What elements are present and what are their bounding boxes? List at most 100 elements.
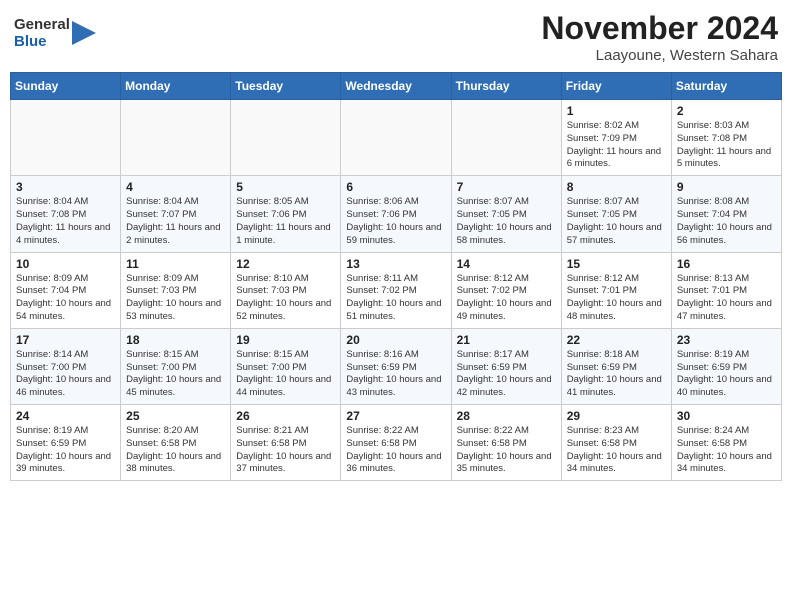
title-block: November 2024 Laayoune, Western Sahara (541, 10, 778, 64)
day-info: Sunrise: 8:15 AMSunset: 7:00 PMDaylight:… (236, 349, 335, 400)
day-info: Sunrise: 8:09 AMSunset: 7:03 PMDaylight:… (126, 273, 225, 324)
calendar-week-row: 1 Sunrise: 8:02 AMSunset: 7:09 PMDaylight… (11, 100, 782, 176)
day-number: 28 (457, 409, 556, 423)
day-info: Sunrise: 8:08 AMSunset: 7:04 PMDaylight:… (677, 196, 776, 247)
calendar-cell: 4Sunrise: 8:04 AMSunset: 7:07 PMDaylight… (121, 176, 231, 252)
day-info: Sunrise: 8:11 AMSunset: 7:02 PMDaylight:… (346, 273, 445, 324)
day-info: Sunrise: 8:06 AMSunset: 7:06 PMDaylight:… (346, 196, 445, 247)
calendar-cell (11, 100, 121, 176)
calendar-cell: 17Sunrise: 8:14 AMSunset: 7:00 PMDayligh… (11, 328, 121, 404)
day-number: 26 (236, 409, 335, 423)
day-info: Sunrise: 8:05 AMSunset: 7:06 PMDaylight:… (236, 196, 335, 247)
column-header-sunday: Sunday (11, 73, 121, 100)
calendar-cell: 28 Sunrise: 8:22 AMSunset: 6:58 PMDayligh… (451, 405, 561, 481)
day-number: 21 (457, 333, 556, 347)
day-number: 9 (677, 180, 776, 194)
day-info: Sunrise: 8:23 AMSunset: 6:58 PMDaylight:… (567, 425, 666, 476)
day-number: 12 (236, 257, 335, 271)
logo-text: General Blue (14, 16, 70, 51)
day-info: Sunrise: 8:10 AMSunset: 7:03 PMDaylight:… (236, 273, 335, 324)
day-info: Sunrise: 8:12 AMSunset: 7:02 PMDaylight:… (457, 273, 556, 324)
calendar-week-row: 10 Sunrise: 8:09 AMSunset: 7:04 PMDayligh… (11, 252, 782, 328)
calendar-cell: 15Sunrise: 8:12 AMSunset: 7:01 PMDayligh… (561, 252, 671, 328)
day-info: Sunrise: 8:13 AMSunset: 7:01 PMDaylight:… (677, 273, 776, 324)
calendar-cell: 16Sunrise: 8:13 AMSunset: 7:01 PMDayligh… (671, 252, 781, 328)
day-number: 15 (567, 257, 666, 271)
calendar-cell: 18 Sunrise: 8:15 AMSunset: 7:00 PMDayligh… (121, 328, 231, 404)
calendar-cell: 10 Sunrise: 8:09 AMSunset: 7:04 PMDayligh… (11, 252, 121, 328)
day-number: 27 (346, 409, 445, 423)
calendar-week-row: 3 Sunrise: 8:04 AMSunset: 7:08 PMDaylight… (11, 176, 782, 252)
day-number: 6 (346, 180, 445, 194)
day-info: Sunrise: 8:19 AMSunset: 6:59 PMDaylight:… (16, 425, 115, 476)
column-header-friday: Friday (561, 73, 671, 100)
day-info: Sunrise: 8:07 AMSunset: 7:05 PMDaylight:… (457, 196, 556, 247)
calendar-cell: 22 Sunrise: 8:18 AMSunset: 6:59 PMDayligh… (561, 328, 671, 404)
day-number: 10 (16, 257, 115, 271)
calendar-cell: 3 Sunrise: 8:04 AMSunset: 7:08 PMDaylight… (11, 176, 121, 252)
calendar-title: November 2024 (541, 10, 778, 47)
day-info: Sunrise: 8:07 AMSunset: 7:05 PMDaylight:… (567, 196, 666, 247)
calendar-cell: 13 Sunrise: 8:11 AMSunset: 7:02 PMDayligh… (341, 252, 451, 328)
calendar-table: SundayMondayTuesdayWednesdayThursdayFrid… (10, 72, 782, 481)
calendar-cell: 25 Sunrise: 8:20 AMSunset: 6:58 PMDayligh… (121, 405, 231, 481)
calendar-cell: 2Sunrise: 8:03 AMSunset: 7:08 PMDaylight… (671, 100, 781, 176)
logo-blue: Blue (14, 33, 70, 50)
logo-general: General (14, 16, 70, 33)
calendar-cell: 9 Sunrise: 8:08 AMSunset: 7:04 PMDaylight… (671, 176, 781, 252)
day-number: 29 (567, 409, 666, 423)
calendar-cell (341, 100, 451, 176)
day-number: 7 (457, 180, 556, 194)
day-info: Sunrise: 8:24 AMSunset: 6:58 PMDaylight:… (677, 425, 776, 476)
day-number: 19 (236, 333, 335, 347)
day-info: Sunrise: 8:17 AMSunset: 6:59 PMDaylight:… (457, 349, 556, 400)
day-info: Sunrise: 8:09 AMSunset: 7:04 PMDaylight:… (16, 273, 115, 324)
column-header-tuesday: Tuesday (231, 73, 341, 100)
day-number: 13 (346, 257, 445, 271)
calendar-cell: 23Sunrise: 8:19 AMSunset: 6:59 PMDayligh… (671, 328, 781, 404)
column-header-thursday: Thursday (451, 73, 561, 100)
day-number: 1 (567, 104, 666, 118)
calendar-cell: 30 Sunrise: 8:24 AMSunset: 6:58 PMDayligh… (671, 405, 781, 481)
calendar-cell: 29 Sunrise: 8:23 AMSunset: 6:58 PMDayligh… (561, 405, 671, 481)
day-info: Sunrise: 8:22 AMSunset: 6:58 PMDaylight:… (346, 425, 445, 476)
day-number: 3 (16, 180, 115, 194)
calendar-cell: 6 Sunrise: 8:06 AMSunset: 7:06 PMDaylight… (341, 176, 451, 252)
day-number: 11 (126, 257, 225, 271)
day-number: 17 (16, 333, 115, 347)
day-info: Sunrise: 8:04 AMSunset: 7:08 PMDaylight:… (16, 196, 115, 247)
day-info: Sunrise: 8:18 AMSunset: 6:59 PMDaylight:… (567, 349, 666, 400)
day-info: Sunrise: 8:15 AMSunset: 7:00 PMDaylight:… (126, 349, 225, 400)
calendar-cell (121, 100, 231, 176)
calendar-cell: 19 Sunrise: 8:15 AMSunset: 7:00 PMDayligh… (231, 328, 341, 404)
day-number: 18 (126, 333, 225, 347)
calendar-cell: 8 Sunrise: 8:07 AMSunset: 7:05 PMDaylight… (561, 176, 671, 252)
day-info: Sunrise: 8:21 AMSunset: 6:58 PMDaylight:… (236, 425, 335, 476)
calendar-header-row: SundayMondayTuesdayWednesdayThursdayFrid… (11, 73, 782, 100)
day-info: Sunrise: 8:20 AMSunset: 6:58 PMDaylight:… (126, 425, 225, 476)
day-info: Sunrise: 8:22 AMSunset: 6:58 PMDaylight:… (457, 425, 556, 476)
logo: General Blue (14, 16, 96, 51)
calendar-subtitle: Laayoune, Western Sahara (541, 47, 778, 64)
calendar-cell: 12 Sunrise: 8:10 AMSunset: 7:03 PMDayligh… (231, 252, 341, 328)
calendar-cell: 21 Sunrise: 8:17 AMSunset: 6:59 PMDayligh… (451, 328, 561, 404)
day-info: Sunrise: 8:16 AMSunset: 6:59 PMDaylight:… (346, 349, 445, 400)
calendar-cell: 24 Sunrise: 8:19 AMSunset: 6:59 PMDayligh… (11, 405, 121, 481)
calendar-cell: 7 Sunrise: 8:07 AMSunset: 7:05 PMDaylight… (451, 176, 561, 252)
day-number: 24 (16, 409, 115, 423)
day-number: 25 (126, 409, 225, 423)
column-header-wednesday: Wednesday (341, 73, 451, 100)
column-header-monday: Monday (121, 73, 231, 100)
logo-arrow-icon (72, 21, 96, 45)
calendar-cell: 27 Sunrise: 8:22 AMSunset: 6:58 PMDayligh… (341, 405, 451, 481)
calendar-cell (231, 100, 341, 176)
day-number: 2 (677, 104, 776, 118)
day-info: Sunrise: 8:02 AMSunset: 7:09 PMDaylight:… (567, 120, 666, 171)
calendar-cell: 26 Sunrise: 8:21 AMSunset: 6:58 PMDayligh… (231, 405, 341, 481)
calendar-cell: 11 Sunrise: 8:09 AMSunset: 7:03 PMDayligh… (121, 252, 231, 328)
day-number: 30 (677, 409, 776, 423)
day-number: 22 (567, 333, 666, 347)
page-header: General Blue November 2024 Laayoune, Wes… (10, 10, 782, 64)
day-number: 23 (677, 333, 776, 347)
day-number: 8 (567, 180, 666, 194)
